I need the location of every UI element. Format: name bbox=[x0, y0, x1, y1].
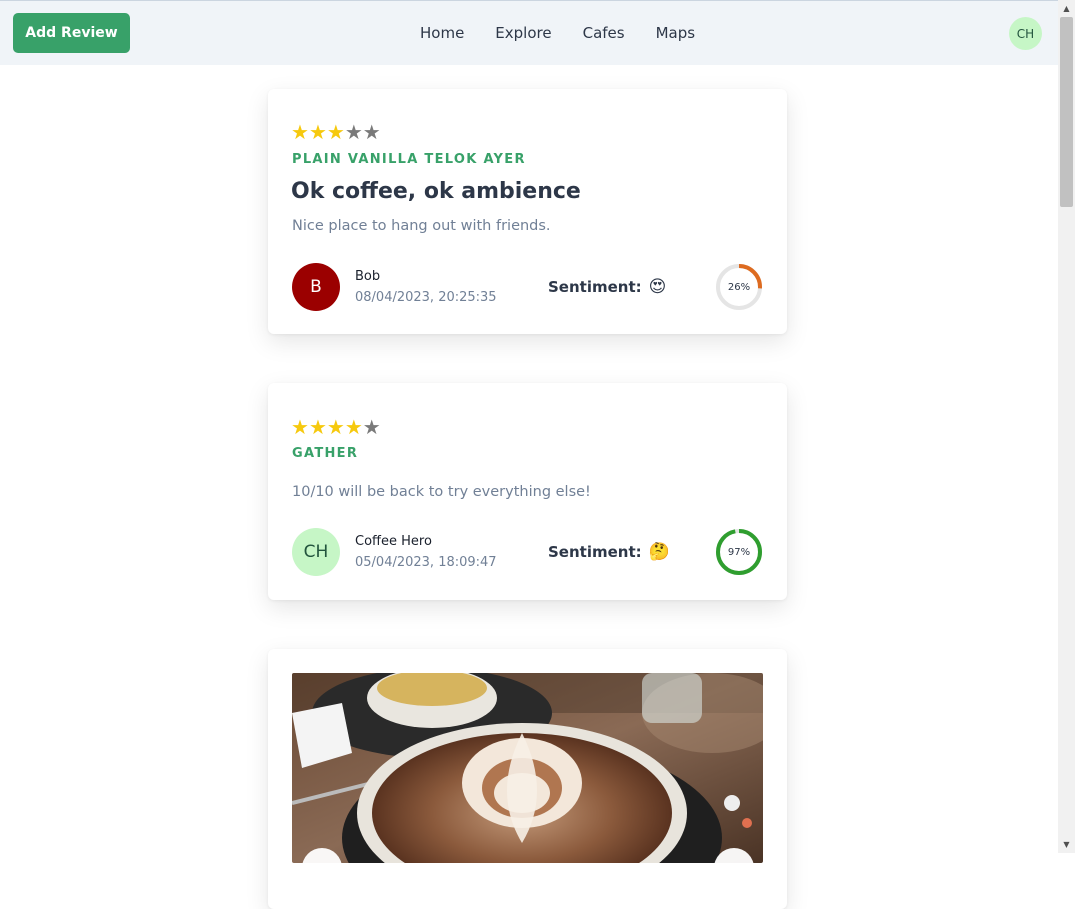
star-filled-icon: ★ bbox=[326, 415, 345, 439]
review-card[interactable] bbox=[268, 649, 787, 909]
star-empty-icon: ★ bbox=[362, 120, 381, 144]
nav-maps[interactable]: Maps bbox=[656, 24, 695, 42]
scroll-up-icon[interactable]: ▲ bbox=[1058, 0, 1075, 17]
sentiment-emoji-icon: 😍 bbox=[648, 277, 667, 297]
star-rating: ★★★★★ bbox=[291, 417, 381, 437]
review-date: 08/04/2023, 20:25:35 bbox=[355, 290, 497, 305]
latte-art-image bbox=[292, 673, 763, 863]
star-filled-icon: ★ bbox=[308, 120, 327, 144]
sentiment-emoji-icon: 🤔 bbox=[648, 542, 670, 562]
gauge-percent: 97% bbox=[727, 546, 751, 558]
sentiment-label: Sentiment: bbox=[548, 278, 642, 296]
nav-cafes[interactable]: Cafes bbox=[583, 24, 625, 42]
star-filled-icon: ★ bbox=[291, 120, 309, 144]
cafe-name[interactable]: Gather bbox=[292, 446, 358, 461]
star-filled-icon: ★ bbox=[326, 120, 345, 144]
sentiment-score-gauge: 26% bbox=[715, 263, 763, 311]
sentiment-label: Sentiment: bbox=[548, 543, 642, 561]
author-name[interactable]: Bob bbox=[355, 269, 380, 284]
star-rating: ★★★★★ bbox=[291, 122, 381, 142]
user-avatar[interactable]: CH bbox=[1009, 17, 1042, 50]
star-empty-icon: ★ bbox=[362, 415, 381, 439]
star-filled-icon: ★ bbox=[308, 415, 327, 439]
author-name[interactable]: Coffee Hero bbox=[355, 534, 432, 549]
author-avatar[interactable]: B bbox=[292, 263, 340, 311]
gauge-percent: 26% bbox=[727, 281, 751, 293]
page-scrollbar[interactable]: ▲ ▼ bbox=[1058, 0, 1075, 853]
nav-explore[interactable]: Explore bbox=[495, 24, 551, 42]
review-card[interactable]: ★★★★★ Gather 10/10 will be back to try e… bbox=[268, 383, 787, 600]
sentiment-indicator: Sentiment: 😍 bbox=[548, 277, 666, 297]
review-date: 05/04/2023, 18:09:47 bbox=[355, 555, 497, 570]
top-navigation-bar: Add Review Home Explore Cafes Maps CH bbox=[0, 0, 1058, 65]
review-title: Ok coffee, ok ambience bbox=[291, 179, 581, 204]
scroll-down-icon[interactable]: ▼ bbox=[1058, 836, 1075, 853]
add-review-button[interactable]: Add Review bbox=[13, 13, 130, 53]
cafe-name[interactable]: Plain Vanilla Telok Ayer bbox=[292, 152, 526, 167]
star-empty-icon: ★ bbox=[344, 120, 363, 144]
review-photo[interactable] bbox=[292, 673, 763, 863]
sentiment-indicator: Sentiment: 🤔 bbox=[548, 542, 670, 562]
sentiment-score-gauge: 97% bbox=[715, 528, 763, 576]
review-body: 10/10 will be back to try everything els… bbox=[292, 484, 591, 500]
nav-home[interactable]: Home bbox=[420, 24, 464, 42]
review-body: Nice place to hang out with friends. bbox=[292, 218, 551, 234]
scrollbar-thumb[interactable] bbox=[1060, 17, 1073, 207]
main-nav: Home Explore Cafes Maps bbox=[420, 1, 726, 65]
author-avatar[interactable]: CH bbox=[292, 528, 340, 576]
star-filled-icon: ★ bbox=[291, 415, 309, 439]
review-card[interactable]: ★★★★★ Plain Vanilla Telok Ayer Ok coffee… bbox=[268, 89, 787, 334]
star-filled-icon: ★ bbox=[344, 415, 363, 439]
